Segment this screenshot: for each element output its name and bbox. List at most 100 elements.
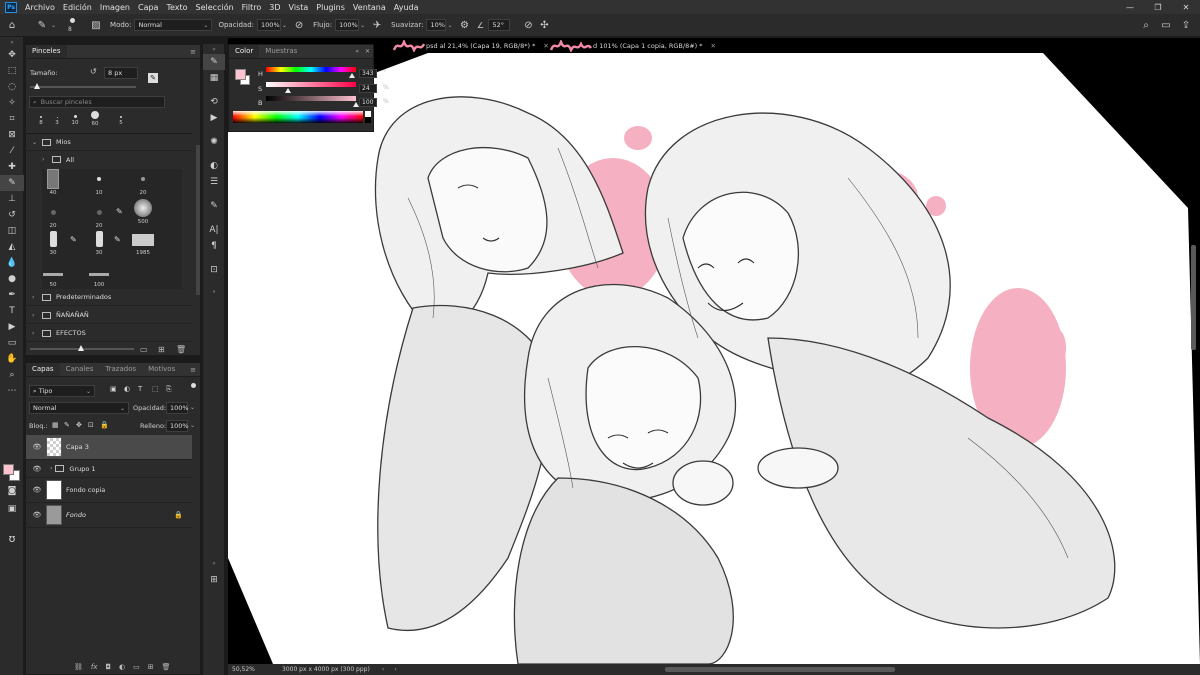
lock-pixels-icon[interactable]: ✎ [64, 421, 70, 429]
brush-size-field[interactable]: 8 px [104, 67, 138, 79]
menu-ventana[interactable]: Ventana [349, 3, 390, 12]
brush-panel-toggle-icon[interactable]: ▨ [88, 17, 104, 33]
tab-brushes[interactable]: Pinceles [26, 45, 67, 58]
chevron-down-icon[interactable]: ⌄ [447, 22, 452, 29]
history-dock-icon[interactable]: ⟲ [203, 94, 225, 110]
lock-all-icon[interactable]: 🔒 [100, 421, 109, 429]
move-tool-icon[interactable]: ✥ [0, 47, 24, 63]
dodge-tool-icon[interactable]: ● [0, 271, 24, 287]
rectangle-tool-icon[interactable]: ▭ [0, 335, 24, 351]
more-tools-icon[interactable]: ⋯ [0, 383, 24, 399]
lock-transparency-icon[interactable]: ▦ [52, 421, 59, 429]
eyedropper-tool-icon[interactable]: ⁄ [0, 143, 24, 159]
brush-preset-picker[interactable]: 8 [62, 15, 84, 35]
brush-preset[interactable]: 50 [42, 265, 64, 288]
layer-opacity-field[interactable]: 100% [166, 402, 189, 414]
hue-slider[interactable] [266, 67, 356, 72]
collapse-panel-icon[interactable]: « [355, 48, 359, 55]
screen-mode-icon[interactable]: ▣ [0, 501, 24, 517]
fx-icon[interactable]: fx [91, 663, 98, 671]
menu-archivo[interactable]: Archivo [21, 3, 59, 12]
color-spectrum-ramp[interactable] [233, 111, 363, 123]
folder-efectos[interactable]: › EFECTOS [26, 325, 192, 342]
eye-icon[interactable]: 👁 [30, 465, 44, 473]
brush-preset[interactable]: 10 [88, 169, 110, 196]
brush-preset[interactable]: 500 [132, 199, 154, 225]
filter-type-icon[interactable]: T [138, 385, 142, 393]
filter-pixel-icon[interactable]: ▣ [110, 385, 117, 393]
tab-canales[interactable]: Canales [60, 363, 100, 376]
foreground-color-swatch[interactable] [3, 464, 14, 475]
brush-tool-icon[interactable]: ✎ [0, 175, 24, 191]
menu-filtro[interactable]: Filtro [238, 3, 266, 12]
menu-ayuda[interactable]: Ayuda [390, 3, 423, 12]
panel-menu-icon[interactable]: ≡ [190, 366, 196, 374]
lock-artboard-icon[interactable]: ⊡ [88, 421, 94, 429]
brightness-slider[interactable] [266, 96, 356, 101]
new-brush-icon[interactable]: ✎ [148, 73, 158, 83]
slider-thumb[interactable] [78, 345, 84, 351]
quick-mask-icon[interactable]: ◙ [0, 483, 24, 499]
collapse-dock-icon[interactable]: » [203, 44, 225, 54]
brush-preset[interactable]: 20 [88, 202, 110, 229]
eye-icon[interactable]: 👁 [30, 443, 44, 451]
chevron-right-icon[interactable]: › [382, 666, 384, 673]
chevron-down-icon[interactable]: ⌄ [360, 22, 365, 29]
filter-smart-icon[interactable]: ⎘ [166, 385, 172, 394]
chevron-down-icon[interactable]: ⌄ [190, 422, 195, 429]
saturation-slider-thumb[interactable] [284, 88, 291, 93]
marquee-tool-icon[interactable]: ⬚ [0, 63, 24, 79]
folder-mios[interactable]: ⌄ Mios [26, 134, 192, 151]
lasso-tool-icon[interactable]: ◌ [0, 79, 24, 95]
pressure-opacity-icon[interactable]: ⊘ [291, 17, 307, 33]
saturation-slider[interactable] [266, 82, 356, 87]
chevron-right-icon[interactable]: › [50, 465, 52, 472]
layer-row-capa-3[interactable]: 👁 Capa 3 [26, 435, 192, 460]
airbrush-icon[interactable]: ✈ [369, 17, 385, 33]
doc-tab-2[interactable]: d 101% (Capa 1 copia, RGB/8#) * ✕ [545, 38, 720, 54]
home-icon[interactable]: ⌂ [4, 17, 20, 33]
add-mask-icon[interactable]: ◘ [106, 663, 112, 671]
flow-field[interactable]: 100% [335, 19, 360, 31]
adjustment-layer-icon[interactable]: ◐ [119, 663, 125, 671]
path-selection-icon[interactable]: ▶ [0, 319, 24, 335]
new-group-icon[interactable]: ▭ [133, 663, 140, 671]
type-tool-icon[interactable]: T [0, 303, 24, 319]
thumbnail-size-slider[interactable] [30, 345, 134, 351]
mode-select[interactable]: Normal ⌄ [134, 19, 213, 31]
hue-slider-thumb[interactable] [348, 73, 355, 78]
eraser-tool-icon[interactable]: ◫ [0, 223, 24, 239]
layer-row-fondo[interactable]: 👁 Fondo 🔒 [26, 503, 192, 528]
tab-muestras[interactable]: Muestras [259, 45, 303, 58]
collapse-dock-icon[interactable]: » [203, 558, 225, 568]
search-icon[interactable]: ⌕ [1138, 17, 1154, 33]
close-panel-icon[interactable]: ✕ [365, 48, 370, 55]
magic-wand-tool-icon[interactable]: ✧ [0, 95, 24, 111]
eye-icon[interactable]: 👁 [30, 511, 44, 519]
paint-bucket-icon[interactable]: ◭ [0, 239, 24, 255]
timeline-dock-icon[interactable]: ⊞ [203, 572, 225, 588]
chevron-down-icon[interactable]: ⌄ [282, 22, 287, 29]
extension-icon[interactable]: ʊ [0, 530, 24, 546]
brush-preset[interactable]: 20 [132, 169, 154, 196]
filter-shape-icon[interactable]: ⬚ [152, 385, 159, 393]
panel-menu-icon[interactable]: ≡ [190, 48, 196, 56]
black-chip[interactable] [365, 117, 371, 123]
recent-brush[interactable]: 5 [110, 111, 132, 126]
add-icon[interactable]: ⊞ [158, 345, 165, 354]
brush-search-input[interactable]: ⌕ Buscar pinceles [29, 96, 165, 108]
brush-preset[interactable]: 30 [88, 231, 110, 256]
paragraph-dock-icon[interactable]: ¶ [203, 238, 225, 254]
recent-brush[interactable]: 60 [84, 111, 106, 127]
opacity-field[interactable]: 100% [257, 19, 282, 31]
brush-size-slider[interactable] [30, 83, 136, 89]
hue-field[interactable]: 343 [359, 69, 377, 78]
brightness-field[interactable]: 100 [359, 98, 377, 107]
crop-tool-icon[interactable]: ⌗ [0, 111, 24, 127]
menu-seleccion[interactable]: Selección [192, 3, 238, 12]
workspace-icon[interactable]: ▭ [1158, 17, 1174, 33]
swatches-dock-icon[interactable]: ▦ [203, 70, 225, 86]
filter-adjustment-icon[interactable]: ◐ [124, 385, 130, 393]
stamp-tool-icon[interactable]: ⊥ [0, 191, 24, 207]
brush-preset[interactable]: 40 [42, 169, 64, 196]
